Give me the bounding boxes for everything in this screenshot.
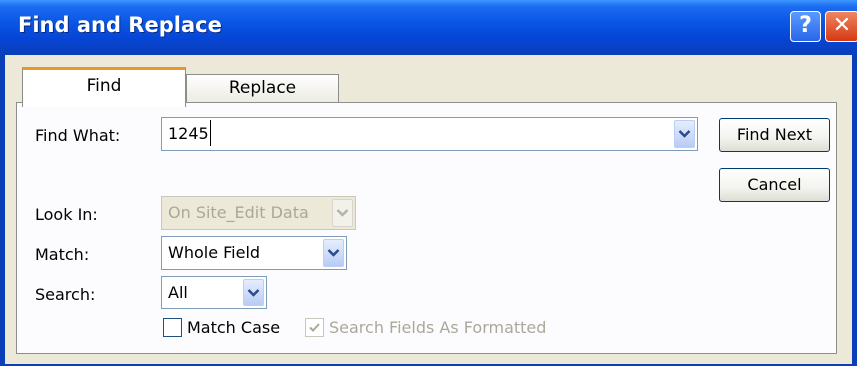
text-cursor <box>210 120 211 146</box>
search-label: Search: <box>35 285 96 304</box>
match-case-label[interactable]: Match Case <box>187 318 280 337</box>
chevron-down-icon[interactable] <box>332 199 353 227</box>
title-bar[interactable]: Find and Replace ? ✕ <box>0 0 857 55</box>
match-value: Whole Field <box>168 243 261 262</box>
chevron-down-icon[interactable] <box>674 120 695 148</box>
tab-find-label: Find <box>86 76 122 96</box>
match-case-checkbox[interactable] <box>163 318 182 337</box>
match-combobox[interactable]: Whole Field <box>161 236 347 270</box>
find-what-label: Find What: <box>35 126 121 145</box>
chevron-down-icon[interactable] <box>323 239 344 267</box>
search-value: All <box>168 283 188 302</box>
search-fields-as-formatted-label[interactable]: Search Fields As Formatted <box>329 318 546 337</box>
cancel-button[interactable]: Cancel <box>719 168 830 202</box>
tab-replace[interactable]: Replace <box>186 74 339 102</box>
chevron-down-icon[interactable] <box>243 279 264 306</box>
tab-replace-label: Replace <box>228 78 297 98</box>
find-what-combobox[interactable]: 1245 <box>161 117 698 151</box>
match-label: Match: <box>35 245 90 264</box>
find-what-value: 1245 <box>168 124 209 143</box>
look-in-label: Look In: <box>35 205 98 224</box>
find-next-button[interactable]: Find Next <box>719 118 830 152</box>
help-icon[interactable]: ? <box>790 11 821 42</box>
window-title: Find and Replace <box>18 13 222 37</box>
search-fields-as-formatted-checkbox[interactable] <box>305 318 324 337</box>
look-in-value: On Site_Edit Data <box>168 203 309 222</box>
tab-find[interactable]: Find <box>22 67 186 107</box>
search-combobox[interactable]: All <box>161 276 267 309</box>
close-icon[interactable]: ✕ <box>825 11 857 42</box>
checkmark-icon <box>309 323 320 332</box>
look-in-combobox[interactable]: On Site_Edit Data <box>161 196 356 230</box>
